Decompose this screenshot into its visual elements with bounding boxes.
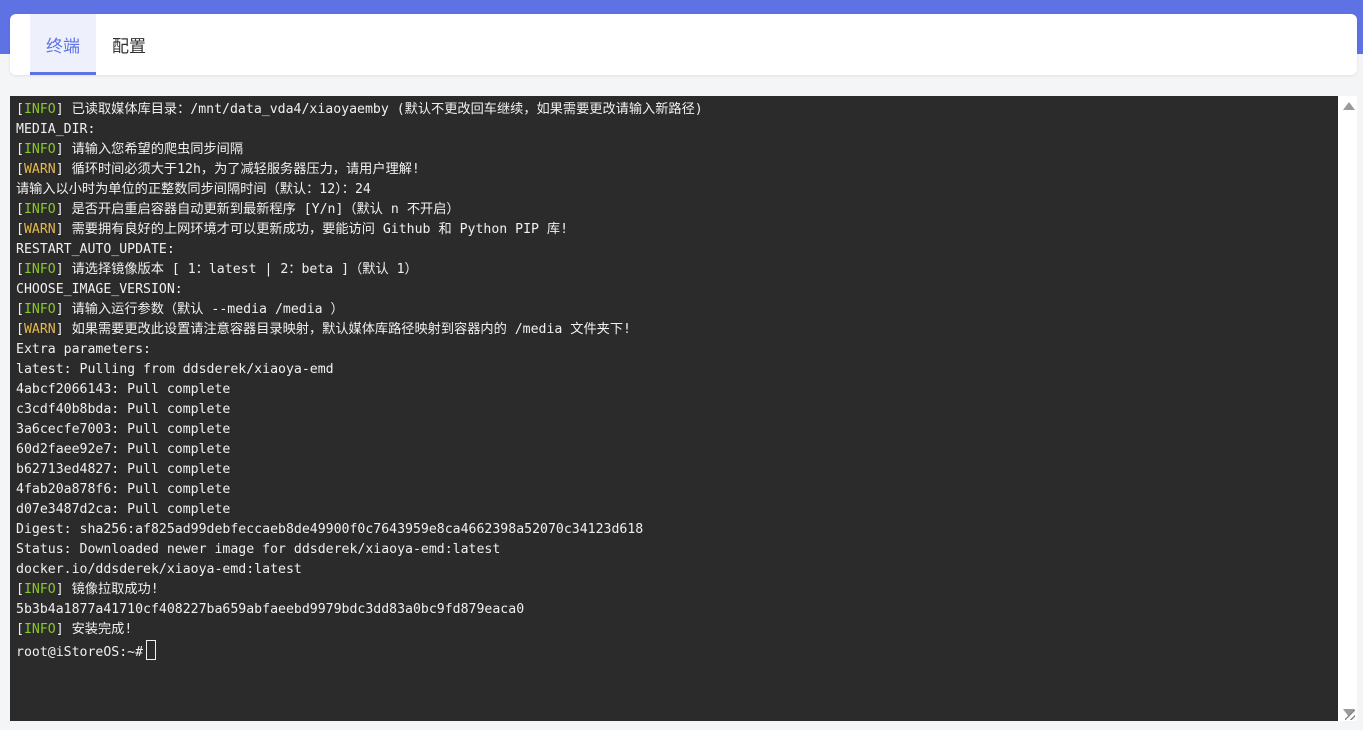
warn-tag: WARN [23,162,56,177]
terminal-line: [INFO] 请输入您希望的爬虫同步间隔 [16,140,1332,160]
terminal-line-text: 请输入您希望的爬虫同步间隔 [63,142,244,157]
terminal-line: [INFO] 请选择镜像版本 [ 1：latest | 2：beta ]（默认 … [16,260,1332,280]
terminal-line: MEDIA_DIR: [16,120,1332,140]
terminal-line-text: 4abcf2066143: Pull complete [16,382,231,397]
terminal-line-text: b62713ed4827: Pull complete [16,462,231,477]
terminal-line-text: CHOOSE_IMAGE_VERSION: [16,282,183,297]
terminal-line-text: Digest: sha256:af825ad99debfeccaeb8de499… [16,522,644,537]
terminal-line-text: 如果需要更改此设置请注意容器目录映射，默认媒体库路径映射到容器内的 /media… [63,322,632,337]
log-tag-bracket: ] [55,142,64,157]
terminal-line-text: 循环时间必须大于12h，为了减轻服务器压力，请用户理解! [63,162,420,177]
terminal-line: 请输入以小时为单位的正整数同步间隔时间（默认：12）：24 [16,180,1332,200]
terminal-line-text: RESTART_AUTO_UPDATE: [16,242,175,257]
log-tag-bracket: [ [16,582,24,597]
terminal-line: Extra parameters: [16,340,1332,360]
terminal-line: b62713ed4827: Pull complete [16,460,1332,480]
log-tag-bracket: ] [55,262,64,277]
resize-grip-icon[interactable] [1345,710,1355,720]
terminal-line-text: 4fab20a878f6: Pull complete [16,482,231,497]
log-tag-bracket: [ [16,302,24,317]
tab-bar: 终端 配置 [10,14,1357,75]
log-tag-bracket: [ [16,322,24,337]
terminal-line: docker.io/ddsderek/xiaoya-emd:latest [16,560,1332,580]
terminal-line-text: 3a6cecfe7003: Pull complete [16,422,231,437]
terminal-line: CHOOSE_IMAGE_VERSION: [16,280,1332,300]
info-tag: INFO [23,142,56,157]
log-tag-bracket: ] [55,202,64,217]
terminal-line-text: docker.io/ddsderek/xiaoya-emd:latest [16,562,302,577]
tab-config[interactable]: 配置 [96,14,162,75]
terminal-line-text: 是否开启重启容器自动更新到最新程序 [Y/n]（默认 n 不开启） [63,202,460,217]
terminal-line-text: 已读取媒体库目录：/mnt/data_vda4/xiaoyaemby (默认不更… [63,102,703,117]
info-tag: INFO [23,622,56,637]
warn-tag: WARN [23,322,56,337]
log-tag-bracket: ] [55,582,64,597]
terminal-line: [INFO] 镜像拉取成功! [16,580,1332,600]
terminal-line: [INFO] 是否开启重启容器自动更新到最新程序 [Y/n]（默认 n 不开启） [16,200,1332,220]
terminal-line-text: 请输入运行参数（默认 --media /media ） [63,302,344,317]
terminal-line-text: 60d2faee92e7: Pull complete [16,442,231,457]
terminal-line: c3cdf40b8bda: Pull complete [16,400,1332,420]
terminal-line-text: c3cdf40b8bda: Pull complete [16,402,231,417]
terminal-line: 4fab20a878f6: Pull complete [16,480,1332,500]
terminal-line: [INFO] 已读取媒体库目录：/mnt/data_vda4/xiaoyaemb… [16,100,1332,120]
terminal-scrollbar[interactable] [1338,96,1357,721]
terminal-output[interactable]: [INFO] 已读取媒体库目录：/mnt/data_vda4/xiaoyaemb… [10,96,1338,721]
info-tag: INFO [23,582,56,597]
log-tag-bracket: [ [16,102,24,117]
log-tag-bracket: ] [55,322,64,337]
terminal-line: [INFO] 请输入运行参数（默认 --media /media ） [16,300,1332,320]
log-tag-bracket: [ [16,622,24,637]
terminal-line: [WARN] 如果需要更改此设置请注意容器目录映射，默认媒体库路径映射到容器内的… [16,320,1332,340]
log-tag-bracket: [ [16,222,24,237]
terminal-line: [WARN] 循环时间必须大于12h，为了减轻服务器压力，请用户理解! [16,160,1332,180]
terminal-line-text: Extra parameters: [16,342,151,357]
terminal-line-text: d07e3487d2ca: Pull complete [16,502,231,517]
terminal-prompt-line[interactable]: root@iStoreOS:~# [16,640,1332,660]
log-tag-bracket: [ [16,142,24,157]
log-tag-bracket: ] [55,302,64,317]
terminal-line-text: MEDIA_DIR: [16,122,96,137]
terminal-cursor [146,640,157,660]
info-tag: INFO [23,202,56,217]
terminal-line: 60d2faee92e7: Pull complete [16,440,1332,460]
terminal-line-text: 镜像拉取成功! [63,582,159,597]
info-tag: INFO [23,302,56,317]
log-tag-bracket: [ [16,162,24,177]
terminal-line: [INFO] 安装完成! [16,620,1332,640]
log-tag-bracket: [ [16,202,24,217]
terminal-line-text: Status: Downloaded newer image for ddsde… [16,542,501,557]
scroll-up-arrow-icon[interactable] [1343,102,1355,110]
terminal-line: 4abcf2066143: Pull complete [16,380,1332,400]
terminal-line-text: 5b3b4a1877a41710cf408227ba659abfaeebd997… [16,602,525,617]
terminal-line: 5b3b4a1877a41710cf408227ba659abfaeebd997… [16,600,1332,620]
log-tag-bracket: ] [55,622,64,637]
log-tag-bracket: ] [55,162,64,177]
terminal-line-text: latest: Pulling from ddsderek/xiaoya-emd [16,362,334,377]
shell-prompt: root@iStoreOS:~# [16,645,144,660]
terminal-line-text: 安装完成! [63,622,133,637]
log-tag-bracket: ] [55,222,64,237]
warn-tag: WARN [23,222,56,237]
terminal-line-text: 请选择镜像版本 [ 1：latest | 2：beta ]（默认 1） [63,262,418,277]
terminal-line: latest: Pulling from ddsderek/xiaoya-emd [16,360,1332,380]
log-tag-bracket: ] [55,102,64,117]
info-tag: INFO [23,102,56,117]
terminal-line: 3a6cecfe7003: Pull complete [16,420,1332,440]
log-tag-bracket: [ [16,262,24,277]
info-tag: INFO [23,262,56,277]
terminal-line-text: 请输入以小时为单位的正整数同步间隔时间（默认：12）：24 [16,182,371,197]
terminal-line-text: 需要拥有良好的上网环境才可以更新成功，要能访问 Github 和 Python … [63,222,569,237]
terminal-line: d07e3487d2ca: Pull complete [16,500,1332,520]
terminal-line: Status: Downloaded newer image for ddsde… [16,540,1332,560]
terminal-line: RESTART_AUTO_UPDATE: [16,240,1332,260]
terminal-line: Digest: sha256:af825ad99debfeccaeb8de499… [16,520,1332,540]
terminal-line: [WARN] 需要拥有良好的上网环境才可以更新成功，要能访问 Github 和 … [16,220,1332,240]
terminal-panel: [INFO] 已读取媒体库目录：/mnt/data_vda4/xiaoyaemb… [10,96,1357,721]
tab-terminal[interactable]: 终端 [30,14,96,75]
